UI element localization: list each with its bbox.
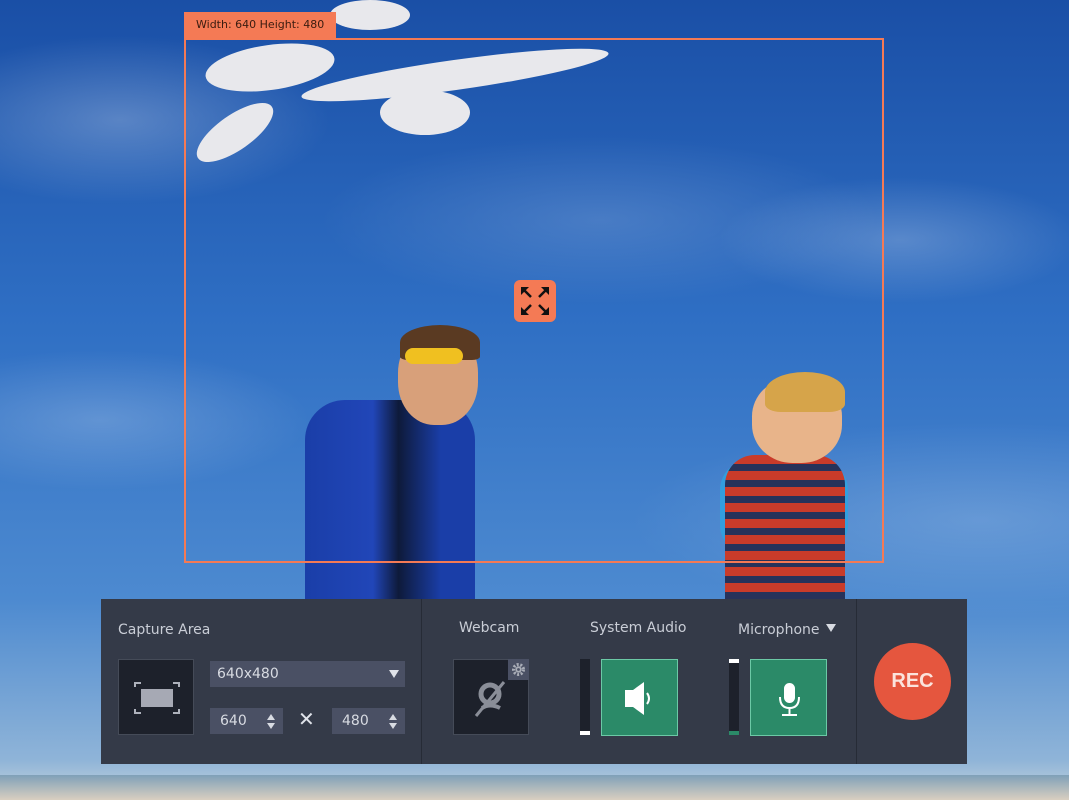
height-spinbox[interactable]: 480 [332,708,405,734]
decrement-icon[interactable] [267,723,275,729]
chevron-down-icon [825,624,836,632]
capture-area-title: Capture Area [118,622,211,638]
increment-icon[interactable] [389,714,397,720]
width-value: 640 [220,713,247,729]
width-spinbox[interactable]: 640 [210,708,283,734]
beach-ground [0,775,1069,800]
system-audio-level-meter [580,659,590,735]
microphone-selector[interactable]: Microphone [738,622,836,638]
gear-icon [512,663,525,676]
recording-control-panel: Capture Area 640x480 640 ✕ 480 Webcam Sy… [101,599,967,764]
system-audio-title: System Audio [590,620,687,636]
expand-arrows-icon [521,287,549,315]
system-audio-level-fill [580,731,590,735]
capture-size-label: Width: 640 Height: 480 [184,12,337,38]
capture-area-icon [134,682,180,714]
microphone-peak-marker [729,659,739,663]
microphone-icon [779,683,800,716]
decrement-icon[interactable] [389,723,397,729]
capture-preset-dropdown[interactable]: 640x480 [210,661,405,687]
move-handle[interactable] [514,280,556,322]
microphone-level-meter [729,659,739,735]
record-section: REC [857,599,967,764]
record-button[interactable]: REC [874,643,951,720]
speaker-icon [625,682,650,715]
microphone-title: Microphone [738,622,820,638]
capture-preset-value: 640x480 [217,666,279,682]
dimension-separator: ✕ [298,707,315,731]
microphone-toggle-button[interactable] [750,659,827,736]
chevron-down-icon [389,670,399,678]
height-value: 480 [342,713,369,729]
audio-video-section: Webcam System Audio Microphone [422,599,857,764]
capture-area-mode-button[interactable] [118,659,194,735]
webcam-title: Webcam [459,620,520,636]
capture-area-section: Capture Area 640x480 640 ✕ 480 [101,599,422,764]
system-audio-toggle-button[interactable] [601,659,678,736]
seagull-image [330,0,410,30]
increment-icon[interactable] [267,714,275,720]
webcam-settings-button[interactable] [508,659,529,680]
webcam-toggle-button[interactable] [453,659,529,735]
microphone-level-fill [729,731,739,735]
